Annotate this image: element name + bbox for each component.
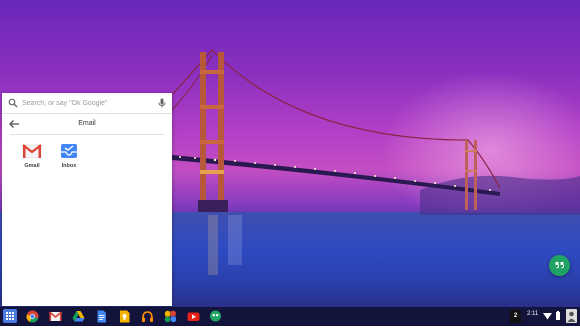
- launcher-icon: [6, 312, 14, 320]
- chrome-icon: [26, 310, 39, 323]
- inbox-icon: [61, 144, 77, 158]
- folder-header: Email: [2, 114, 172, 134]
- shelf-item-youtube[interactable]: [187, 310, 200, 323]
- app-tile-inbox[interactable]: Inbox: [51, 143, 87, 175]
- app-launcher: Email Gmail Inbox: [2, 93, 172, 306]
- search-bar: [2, 93, 172, 114]
- google-drive-icon: [72, 311, 85, 322]
- google-docs-icon: [97, 310, 106, 323]
- wifi-icon[interactable]: [543, 312, 552, 320]
- app-tile-gmail[interactable]: Gmail: [14, 143, 50, 175]
- gmail-icon: [49, 311, 62, 321]
- hangouts-icon: [555, 262, 564, 269]
- shelf-item-photos[interactable]: [164, 310, 177, 323]
- avatar[interactable]: [566, 309, 577, 323]
- shelf-item-chrome[interactable]: [26, 310, 39, 323]
- workspace-badge[interactable]: 2: [510, 310, 521, 323]
- youtube-icon: [187, 312, 200, 321]
- shelf-item-keep[interactable]: [118, 310, 131, 323]
- folder-title: Email: [78, 120, 96, 127]
- shelf-item-drive[interactable]: [72, 310, 85, 323]
- user-avatar-icon: [567, 311, 576, 322]
- search-icon: [8, 98, 18, 108]
- clock[interactable]: 2:11: [527, 311, 538, 317]
- divider: [10, 134, 164, 135]
- hangouts-icon: [210, 310, 221, 322]
- shelf: 2 2:11: [0, 307, 580, 326]
- app-label-inbox: Inbox: [61, 163, 77, 169]
- app-label-gmail: Gmail: [24, 163, 40, 169]
- gmail-icon: [22, 144, 42, 159]
- google-keep-icon: [120, 310, 130, 323]
- shelf-item-docs[interactable]: [95, 310, 108, 323]
- shelf-item-gmail[interactable]: [49, 310, 62, 323]
- shelf-item-hangouts[interactable]: [209, 310, 222, 323]
- hangouts-chat-bubble[interactable]: [549, 255, 570, 276]
- shelf-item-play-music[interactable]: [141, 310, 154, 323]
- google-photos-icon: [164, 310, 177, 323]
- back-arrow-icon[interactable]: [8, 119, 20, 129]
- microphone-icon[interactable]: [158, 98, 166, 108]
- search-input[interactable]: [22, 96, 154, 110]
- launcher-button[interactable]: [3, 309, 17, 323]
- battery-icon[interactable]: [556, 311, 560, 320]
- google-play-music-icon: [142, 311, 153, 322]
